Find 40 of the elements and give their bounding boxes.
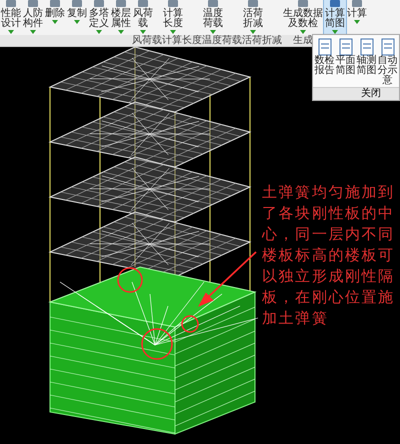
ribbon-button[interactable]: 楼层属性 [110, 0, 132, 35]
tool-icon [70, 0, 84, 8]
tool-icon [166, 0, 180, 8]
ribbon-button[interactable]: 计算长度 [162, 0, 184, 35]
group-label: 活荷折减 [242, 35, 282, 46]
ribbon-button[interactable]: 性能设计 [0, 0, 22, 35]
caret-icon [74, 20, 80, 24]
tool-icon [114, 0, 128, 8]
ribbon-button[interactable]: 多塔定义 [88, 0, 110, 35]
tool-icon [92, 0, 106, 8]
ribbon-button[interactable]: 风荷载 [132, 0, 154, 35]
annotation-text: 土弹簧均匀施加到了各块刚性板的中心，同一层内不同楼板标高的楼板可以独立形成刚性隔板，在刚心位置施加土弹簧 [262, 182, 396, 329]
tool-icon [328, 0, 342, 8]
tool-icon [48, 0, 62, 8]
document-icon [358, 38, 376, 56]
ribbon-button[interactable]: 温度荷载 [202, 0, 224, 35]
ribbon-button[interactable]: 计算 [346, 0, 368, 35]
tool-icon [206, 0, 220, 8]
ribbon-button[interactable]: 计算简图 [324, 0, 346, 35]
tool-icon [26, 0, 40, 8]
document-icon [316, 38, 334, 56]
ribbon-button[interactable]: 活荷折减 [242, 0, 264, 35]
tool-icon [296, 0, 310, 8]
tool-icon [246, 0, 260, 8]
ribbon-button[interactable]: 删除 [44, 0, 66, 35]
document-icon [336, 38, 354, 56]
tool-icon [350, 0, 364, 8]
group-label: 风荷载 [132, 35, 162, 46]
menu-item[interactable]: 平面简图 [335, 38, 356, 86]
tool-icon [136, 0, 150, 8]
caret-icon [354, 20, 360, 24]
caret-icon [52, 20, 58, 24]
ribbon-button[interactable]: 复制 [66, 0, 88, 35]
ribbon-button[interactable]: 人防构件 [22, 0, 44, 35]
menu-item[interactable]: 自动分示意 [377, 38, 398, 86]
menu-item[interactable]: 轴测简图 [356, 38, 377, 86]
group-label: 关闭 [313, 87, 399, 100]
ribbon-button[interactable]: 生成数据及数检 [282, 0, 324, 35]
document-icon [378, 38, 396, 56]
tool-icon [4, 0, 18, 8]
